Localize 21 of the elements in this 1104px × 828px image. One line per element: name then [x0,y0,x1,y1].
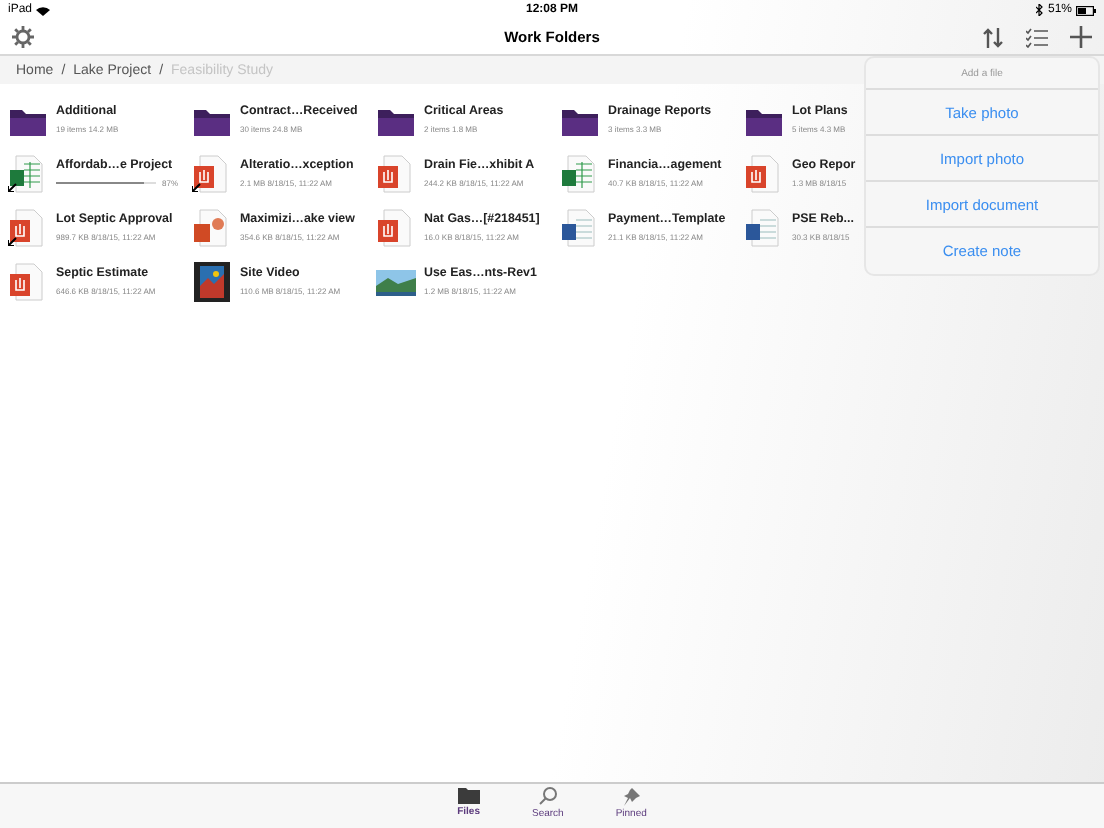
pin-icon [621,786,642,806]
checklist-icon[interactable] [1026,27,1048,47]
add-icon[interactable] [1070,26,1092,48]
folder-icon [457,786,480,804]
bluetooth-icon [1035,4,1044,16]
document-icon [192,153,232,193]
document-icon [744,207,784,247]
document-icon [376,207,416,247]
document-icon [192,207,232,247]
document-icon [560,207,600,247]
document-icon [560,153,600,193]
document-icon [744,153,784,193]
document-icon [8,261,48,301]
wifi-icon [36,5,51,15]
document-icon [8,207,48,247]
battery-icon [1076,5,1096,15]
search-icon [537,786,558,806]
settings-icon[interactable] [12,26,34,48]
document-icon [376,153,416,193]
document-icon [8,153,48,193]
sort-icon[interactable] [982,27,1004,47]
